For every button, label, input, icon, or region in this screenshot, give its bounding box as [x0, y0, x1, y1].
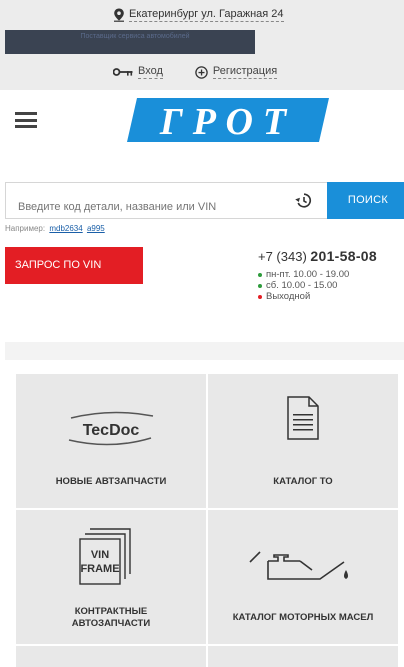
header: ГРОТ: [0, 90, 404, 160]
tile-maintenance-catalog[interactable]: КАТАЛОГ ТО: [208, 374, 398, 508]
phone-main: 201-58-08: [310, 248, 377, 264]
working-hours: пн-пт. 10.00 - 19.00 сб. 10.00 - 15.00 В…: [258, 269, 377, 302]
tile-more[interactable]: [16, 646, 206, 667]
status-dot-icon: [258, 294, 262, 299]
tile-more[interactable]: [208, 646, 398, 667]
history-icon[interactable]: [295, 192, 312, 209]
login-label: Вход: [138, 65, 163, 79]
hours-item: сб. 10.00 - 15.00: [258, 280, 377, 291]
tile-label: КОНТРАКТНЫЕ АВТОЗАПЧАСТИ: [71, 606, 151, 629]
status-dot-icon: [258, 283, 262, 288]
search-button[interactable]: ПОИСК: [327, 182, 404, 219]
hours-text: сб. 10.00 - 15.00: [266, 280, 338, 291]
vin-frame-icon: VIN FRAME: [79, 528, 131, 585]
key-icon: [113, 68, 133, 76]
vin-request-button[interactable]: ЗАПРОС ПО VIN: [5, 247, 143, 284]
catalog-grid: TecDoc НОВЫЕ АВТЗАПЧАСТИ КАТАЛОГ ТО VIN …: [16, 374, 398, 667]
contacts-block: +7 (343) 201-58-08 пн-пт. 10.00 - 19.00 …: [258, 248, 377, 302]
oil-can-icon: [249, 551, 348, 580]
tile-new-parts[interactable]: TecDoc НОВЫЕ АВТЗАПЧАСТИ: [16, 374, 206, 508]
tile-contract-parts[interactable]: VIN FRAME КОНТРАКТНЫЕ АВТОЗАПЧАСТИ: [16, 510, 206, 644]
section-divider: [5, 342, 404, 360]
tile-label: НОВЫЕ АВТЗАПЧАСТИ: [55, 476, 167, 487]
tile-label: КАТАЛОГ МОТОРНЫХ МАСЕЛ: [232, 612, 374, 623]
tecdoc-logo-icon: TecDoc: [68, 411, 154, 446]
svg-text:FRAME: FRAME: [80, 563, 119, 575]
logo-text: ГРОТ: [159, 101, 296, 142]
register-label: Регистрация: [212, 65, 278, 79]
example-prefix: Например:: [5, 224, 46, 233]
grot-logo[interactable]: ГРОТ: [127, 98, 329, 142]
register-link[interactable]: Регистрация: [195, 65, 278, 79]
svg-text:TecDoc: TecDoc: [83, 422, 140, 439]
menu-icon[interactable]: [15, 112, 37, 128]
tile-label: КАТАЛОГ ТО: [273, 476, 333, 487]
hours-item: пн-пт. 10.00 - 19.00: [258, 269, 377, 280]
plus-circle-icon: [195, 65, 208, 79]
hours-item: Выходной: [258, 291, 377, 302]
status-dot-icon: [258, 272, 262, 277]
svg-text:VIN: VIN: [91, 549, 109, 561]
location-text: Екатеринбург ул. Гаражная 24: [129, 8, 284, 22]
top-bar: Екатеринбург ул. Гаражная 24 Поставщик с…: [0, 0, 404, 90]
example-link[interactable]: mdb2634: [49, 224, 82, 233]
search-input[interactable]: [5, 182, 327, 219]
document-icon: [287, 396, 319, 440]
banner-text: Поставщик сервиса автомобилей: [80, 33, 190, 40]
auth-links: Вход Регистрация: [113, 65, 278, 79]
phone-number[interactable]: +7 (343) 201-58-08: [258, 248, 377, 264]
map-pin-icon: [114, 8, 124, 22]
example-link[interactable]: a995: [87, 224, 105, 233]
hours-text: пн-пт. 10.00 - 19.00: [266, 269, 350, 280]
search-examples: Например: mdb2634 a995: [5, 224, 105, 233]
phone-code: +7 (343): [258, 249, 307, 264]
location-link[interactable]: Екатеринбург ул. Гаражная 24: [113, 8, 284, 22]
promo-banner[interactable]: Поставщик сервиса автомобилей: [5, 30, 255, 54]
login-link[interactable]: Вход: [113, 65, 163, 79]
tile-motor-oil-catalog[interactable]: КАТАЛОГ МОТОРНЫХ МАСЕЛ: [208, 510, 398, 644]
search-bar: ПОИСК: [5, 182, 404, 219]
hours-text: Выходной: [266, 291, 311, 302]
